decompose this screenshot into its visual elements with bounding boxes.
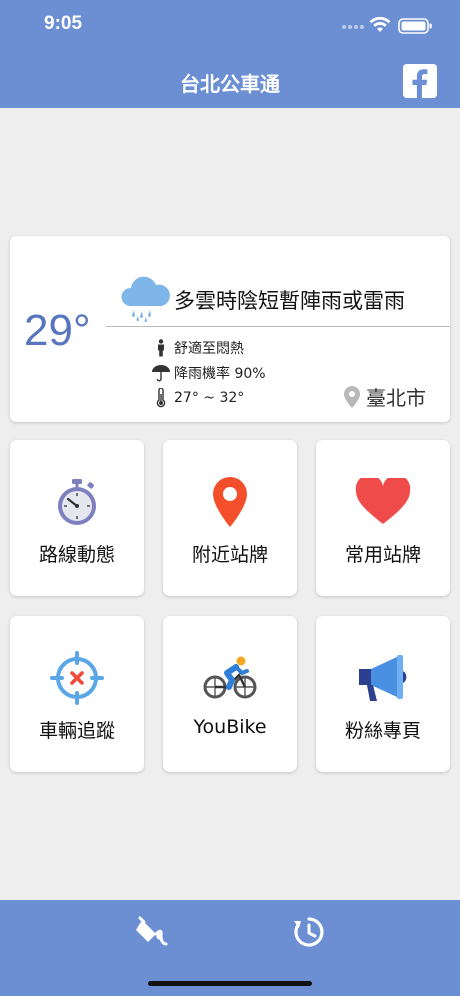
tile-label: 路線動態 [38,544,115,566]
home-indicator [148,981,312,986]
tile-label: YouBike [193,716,267,738]
temp-range-row: 27° ~ 32° [150,387,244,409]
umbrella-icon [150,364,172,382]
comfort-text: 舒適至悶熱 [174,341,244,357]
battery-icon [398,18,432,34]
megaphone-icon [316,650,450,706]
header-bar: 9:05 台北公車通 [0,0,460,108]
rain-chance-text: 降雨機率 90% [174,366,266,382]
rain-cloud-icon [118,276,172,326]
tile-favorite-stops[interactable]: 常用站牌 [316,440,450,596]
tile-route-status[interactable]: 路線動態 [10,440,144,596]
status-icons [340,14,436,34]
tile-youbike[interactable]: YouBike [163,616,297,772]
history-icon [294,917,324,947]
person-icon [150,339,172,357]
comfort-row: 舒適至悶熱 [150,337,244,359]
weather-description: 多雲時陰短暫陣雨或雷雨 [174,289,405,313]
paint-bucket-icon [136,916,168,946]
heart-icon [316,474,450,530]
signal-icon [342,25,364,29]
app-title: 台北公車通 [180,72,280,96]
tile-fan-page[interactable]: 粉絲專頁 [316,616,450,772]
rain-chance-row: 降雨機率 90% [150,362,266,384]
tile-label: 車輛追蹤 [38,720,115,742]
tile-label: 粉絲專頁 [344,720,421,742]
wifi-icon [369,16,391,32]
tile-label: 常用站牌 [344,544,421,566]
weather-divider [106,326,450,327]
city-name: 臺北市 [366,386,426,410]
temp-range-text: 27° ~ 32° [174,390,245,406]
stopwatch-icon [10,474,144,530]
tile-nearby-stops[interactable]: 附近站牌 [163,440,297,596]
weather-card[interactable]: 29° 多雲時陰短暫陣雨或雷雨 舒適至悶熱 降雨機率 90% 27° ~ 32°… [10,236,450,422]
location-pin-icon [344,385,360,408]
map-pin-icon [163,474,297,530]
tile-label: 附近站牌 [191,544,268,566]
history-button[interactable] [289,912,329,952]
current-temperature: 29° [24,306,91,355]
city-location[interactable]: 臺北市 [344,382,426,411]
status-time: 9:05 [44,13,83,34]
theme-button[interactable] [131,912,171,952]
tile-vehicle-tracking[interactable]: 車輛追蹤 [10,616,144,772]
crosshair-icon [10,650,144,706]
cyclist-icon [163,650,297,706]
facebook-button[interactable] [403,64,437,98]
thermometer-icon [150,388,172,408]
facebook-icon [403,64,437,98]
